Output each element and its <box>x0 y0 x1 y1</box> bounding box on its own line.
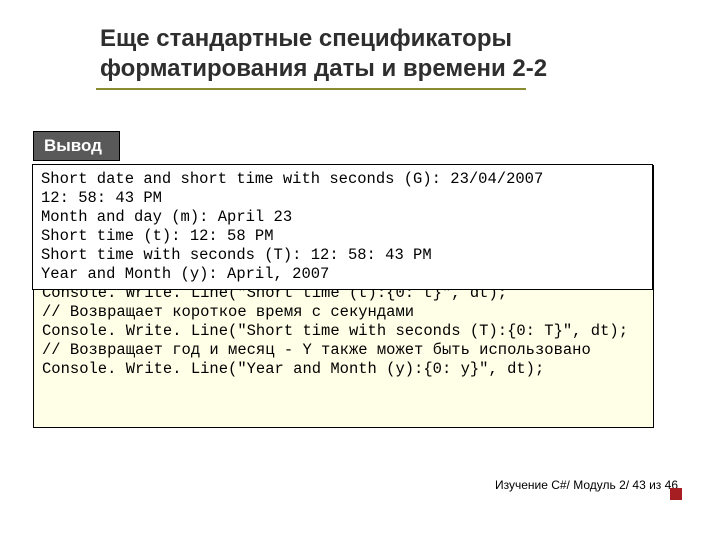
accent-decoration <box>670 488 682 500</box>
output-block: Short date and short time with seconds (… <box>32 164 653 290</box>
title-line-2: форматирования даты и времени 2-2 <box>100 55 547 82</box>
title-underline <box>96 88 526 90</box>
output-badge: Вывод <box>33 131 120 161</box>
content-stack: // Возвращает короткую дату и короткое в… <box>33 165 654 428</box>
footer-pagination: Изучение C#/ Модуль 2/ 43 из 46 <box>495 478 678 492</box>
title-line-1: Еще стандартные спецификаторы <box>100 25 512 52</box>
slide-title: Еще стандартные спецификаторы форматиров… <box>100 24 550 84</box>
